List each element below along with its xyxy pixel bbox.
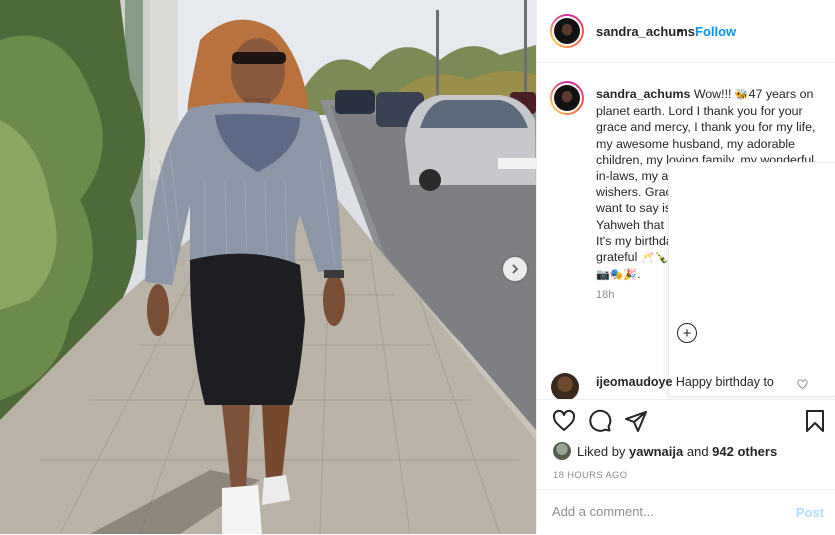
post-photo[interactable] xyxy=(0,0,536,534)
paper-plane-icon[interactable] xyxy=(624,409,648,433)
caption-emoji-end: 📷🎭🎉 xyxy=(596,268,638,282)
next-photo-button[interactable] xyxy=(503,257,527,281)
post-sidebar: sandra_achums • Follow sandra_achums Wow… xyxy=(536,0,835,534)
likes-prefix: Liked by xyxy=(577,444,630,459)
heart-icon[interactable] xyxy=(552,409,576,433)
liker-username[interactable]: yawnaija xyxy=(629,444,683,459)
post-actions: Liked by yawnaija and 942 others 18 HOUR… xyxy=(537,399,835,534)
liker-avatar[interactable] xyxy=(553,442,571,460)
author-avatar[interactable] xyxy=(550,14,584,48)
comment-body: Happy birthday to xyxy=(675,375,774,389)
likes-summary[interactable]: Liked by yawnaija and 942 others xyxy=(577,444,777,459)
add-comment-bar: Post xyxy=(537,489,835,535)
overlay-panel: + xyxy=(668,162,835,397)
caption-time[interactable]: 18h xyxy=(596,289,614,301)
comment-like-icon[interactable] xyxy=(797,379,808,390)
likes-and: and xyxy=(683,444,713,459)
post-header: sandra_achums • Follow xyxy=(537,0,835,63)
separator-dot: • xyxy=(677,23,682,38)
add-comment-input[interactable] xyxy=(552,504,772,519)
commenter-username[interactable]: ijeomaudoye xyxy=(596,375,672,389)
comments-section[interactable]: sandra_achums Wow!!! 🐝47 years on planet… xyxy=(537,63,835,399)
post-timestamp[interactable]: 18 HOURS AGO xyxy=(553,470,627,481)
caption-avatar[interactable] xyxy=(550,81,584,115)
caption-text-start: Wow!!! xyxy=(693,87,735,101)
post-comment-button[interactable]: Post xyxy=(796,505,824,520)
comment-bubble-icon[interactable] xyxy=(588,409,612,433)
comment-item: ijeomaudoye Happy birthday to xyxy=(551,373,831,399)
bookmark-icon[interactable] xyxy=(804,409,826,433)
caption-emoji-bee: 🐝 xyxy=(734,88,749,101)
caption-username[interactable]: sandra_achums xyxy=(596,87,690,101)
follow-button[interactable]: Follow xyxy=(695,24,736,39)
chevron-right-icon xyxy=(512,264,519,274)
photo-illustration xyxy=(0,0,536,534)
likes-count[interactable]: 942 others xyxy=(712,444,777,459)
plus-circle-icon[interactable]: + xyxy=(677,323,697,343)
comment-text: ijeomaudoye Happy birthday to xyxy=(596,375,774,389)
commenter-avatar[interactable] xyxy=(551,373,579,399)
